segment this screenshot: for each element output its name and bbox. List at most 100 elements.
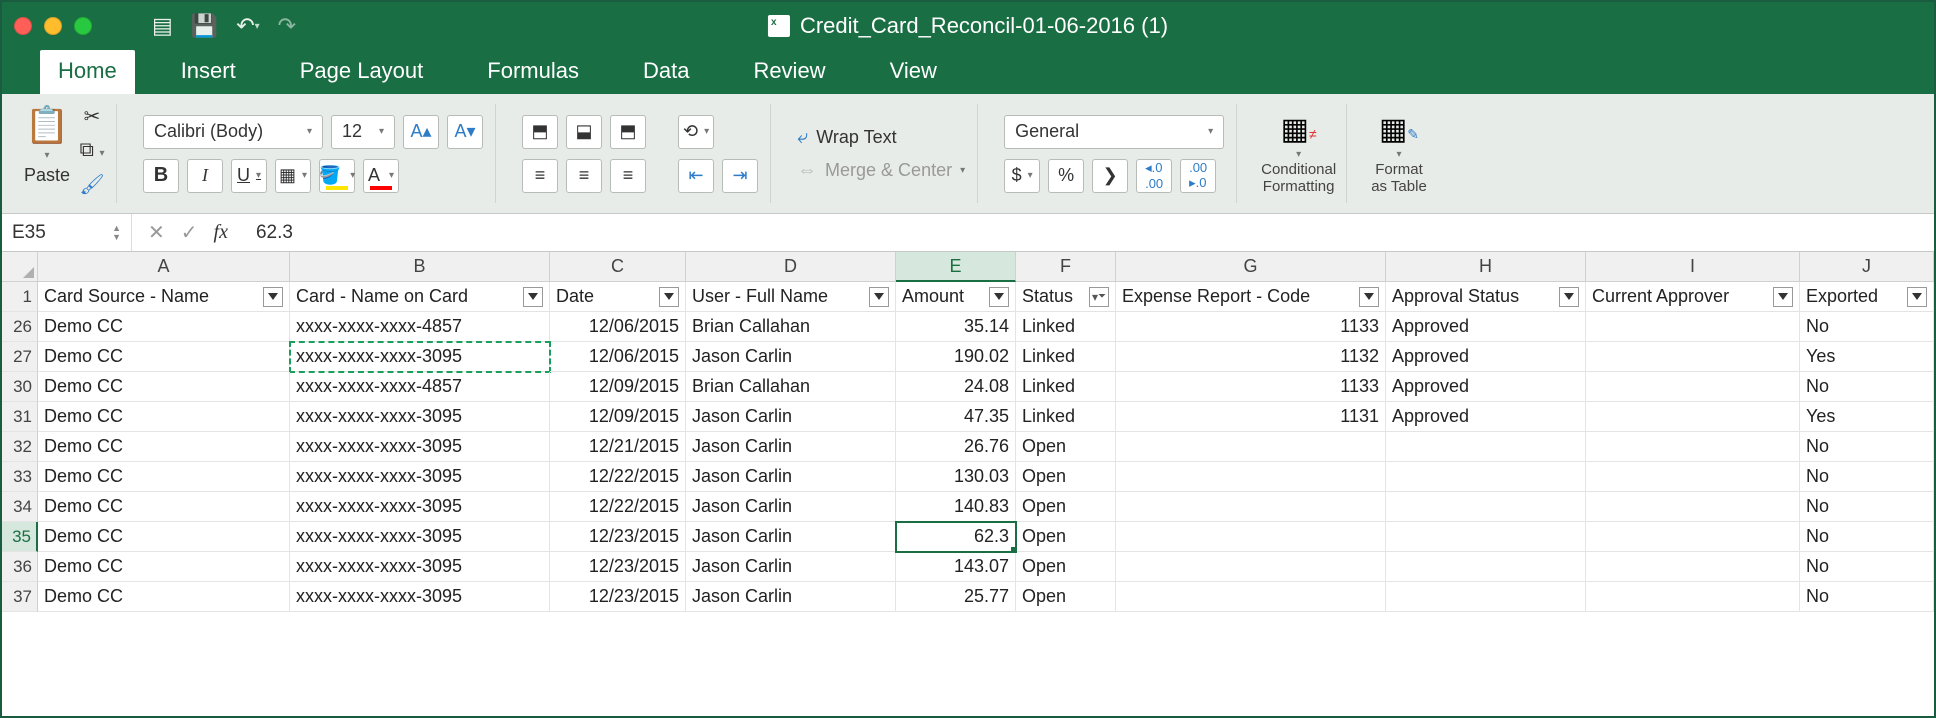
cell[interactable]: Jason Carlin — [686, 582, 896, 612]
cell[interactable]: Open — [1016, 582, 1116, 612]
cell[interactable]: Demo CC — [38, 552, 290, 582]
column-header-B[interactable]: B — [290, 252, 550, 282]
table-header-cell[interactable]: Date — [550, 282, 686, 312]
select-all-corner[interactable] — [2, 252, 38, 282]
fx-icon[interactable]: fx — [214, 221, 228, 244]
cell[interactable]: No — [1800, 312, 1934, 342]
cell[interactable]: Demo CC — [38, 312, 290, 342]
decrease-font-icon[interactable]: A▾ — [447, 115, 483, 149]
paste-button[interactable]: 📋 ▾ Paste — [24, 104, 70, 186]
row-header[interactable]: 36 — [2, 552, 38, 582]
cell[interactable] — [1586, 372, 1800, 402]
filter-dropdown-icon[interactable] — [869, 287, 889, 307]
filter-dropdown-icon[interactable] — [1907, 287, 1927, 307]
decrease-indent-icon[interactable]: ⇤ — [678, 159, 714, 193]
cell[interactable]: 190.02 — [896, 342, 1016, 372]
increase-indent-icon[interactable]: ⇥ — [722, 159, 758, 193]
increase-font-icon[interactable]: A▴ — [403, 115, 439, 149]
cell[interactable] — [1386, 522, 1586, 552]
merge-center-button[interactable]: ⇔ Merge & Center ▾ — [797, 159, 965, 182]
cell[interactable]: 1131 — [1116, 402, 1386, 432]
cell[interactable]: 130.03 — [896, 462, 1016, 492]
row-header[interactable]: 1 — [2, 282, 38, 312]
orientation-icon[interactable]: ⟲ ▾ — [678, 115, 714, 149]
row-header[interactable]: 32 — [2, 432, 38, 462]
tab-review[interactable]: Review — [735, 50, 843, 94]
tab-page-layout[interactable]: Page Layout — [282, 50, 442, 94]
close-window-button[interactable] — [14, 17, 32, 35]
cell[interactable] — [1386, 492, 1586, 522]
cell[interactable]: Jason Carlin — [686, 402, 896, 432]
cell[interactable] — [1386, 432, 1586, 462]
italic-button[interactable]: I — [187, 159, 223, 193]
cell[interactable] — [1586, 552, 1800, 582]
cell[interactable]: No — [1800, 522, 1934, 552]
formula-bar-input[interactable]: 62.3 — [244, 222, 293, 244]
cell[interactable]: 12/22/2015 — [550, 462, 686, 492]
cell[interactable] — [1116, 492, 1386, 522]
cell[interactable]: 143.07 — [896, 552, 1016, 582]
cell[interactable] — [1586, 342, 1800, 372]
row-header[interactable]: 34 — [2, 492, 38, 522]
font-name-select[interactable]: Calibri (Body)▾ — [143, 115, 323, 149]
undo-icon[interactable]: ↶ ▾ — [236, 13, 259, 39]
cell[interactable]: No — [1800, 582, 1934, 612]
align-middle-icon[interactable]: ⬓ — [566, 115, 602, 149]
cut-icon[interactable]: ✂ — [78, 104, 106, 129]
cell[interactable] — [1586, 462, 1800, 492]
currency-button[interactable]: $ ▾ — [1004, 159, 1040, 193]
cell[interactable]: Demo CC — [38, 582, 290, 612]
row-header[interactable]: 27 — [2, 342, 38, 372]
table-header-cell[interactable]: User - Full Name — [686, 282, 896, 312]
cell[interactable]: 47.35 — [896, 402, 1016, 432]
column-header-E[interactable]: E — [896, 252, 1016, 282]
bold-button[interactable]: B — [143, 159, 179, 193]
align-center-icon[interactable]: ≡ — [566, 159, 602, 193]
cell[interactable]: xxxx-xxxx-xxxx-3095 — [290, 462, 550, 492]
cell[interactable]: Demo CC — [38, 462, 290, 492]
row-header[interactable]: 31 — [2, 402, 38, 432]
cell[interactable]: Approved — [1386, 372, 1586, 402]
cell[interactable]: No — [1800, 432, 1934, 462]
cell[interactable]: 12/06/2015 — [550, 312, 686, 342]
cell[interactable] — [1116, 432, 1386, 462]
name-box-spinner[interactable]: ▲▼ — [112, 224, 121, 242]
cell[interactable]: xxxx-xxxx-xxxx-4857 — [290, 312, 550, 342]
cell[interactable]: 12/09/2015 — [550, 402, 686, 432]
cell[interactable]: 1132 — [1116, 342, 1386, 372]
tab-view[interactable]: View — [872, 50, 955, 94]
cell[interactable]: 25.77 — [896, 582, 1016, 612]
cell[interactable]: Approved — [1386, 312, 1586, 342]
cell[interactable]: Approved — [1386, 342, 1586, 372]
tab-insert[interactable]: Insert — [163, 50, 254, 94]
cell[interactable]: Jason Carlin — [686, 522, 896, 552]
cell[interactable]: 12/23/2015 — [550, 552, 686, 582]
cell[interactable]: Linked — [1016, 372, 1116, 402]
cell[interactable] — [1586, 312, 1800, 342]
fill-color-button[interactable]: 🪣▾ — [319, 159, 355, 193]
cell[interactable]: 35.14 — [896, 312, 1016, 342]
cell[interactable]: Linked — [1016, 402, 1116, 432]
cell[interactable]: xxxx-xxxx-xxxx-3095 — [290, 432, 550, 462]
cell[interactable]: Linked — [1016, 342, 1116, 372]
filter-dropdown-icon[interactable] — [1559, 287, 1579, 307]
cell[interactable]: Open — [1016, 552, 1116, 582]
column-header-H[interactable]: H — [1386, 252, 1586, 282]
cell[interactable]: Jason Carlin — [686, 432, 896, 462]
cell[interactable]: Jason Carlin — [686, 492, 896, 522]
cell[interactable]: No — [1800, 462, 1934, 492]
save-icon[interactable]: 💾 — [191, 13, 218, 39]
align-bottom-icon[interactable]: ⬒ — [610, 115, 646, 149]
table-header-cell[interactable]: Expense Report - Code — [1116, 282, 1386, 312]
table-header-cell[interactable]: Card - Name on Card — [290, 282, 550, 312]
cell[interactable]: 12/06/2015 — [550, 342, 686, 372]
cell[interactable]: Jason Carlin — [686, 552, 896, 582]
align-top-icon[interactable]: ⬒ — [522, 115, 558, 149]
decrease-decimal-icon[interactable]: .00▸.0 — [1180, 159, 1216, 193]
align-right-icon[interactable]: ≡ — [610, 159, 646, 193]
cell[interactable]: 24.08 — [896, 372, 1016, 402]
name-box[interactable]: E35 ▲▼ — [2, 214, 132, 251]
column-header-C[interactable]: C — [550, 252, 686, 282]
row-header[interactable]: 26 — [2, 312, 38, 342]
maximize-window-button[interactable] — [74, 17, 92, 35]
